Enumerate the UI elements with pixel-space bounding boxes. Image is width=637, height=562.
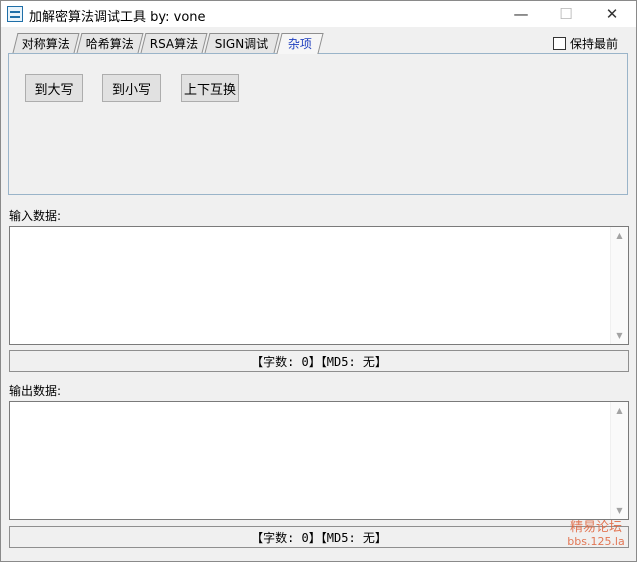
tab-sign[interactable]: SIGN调试 (204, 33, 280, 53)
title-bar[interactable]: 加解密算法调试工具 by: vone — ☐ ✕ (1, 1, 636, 27)
app-icon (7, 6, 23, 22)
tab-strip: 对称算法 哈希算法 RSA算法 SIGN调试 杂项 (9, 33, 329, 54)
input-label: 输入数据: (9, 209, 62, 223)
tab-misc[interactable]: 杂项 (276, 33, 324, 54)
scroll-up-icon[interactable]: ▲ (611, 402, 628, 419)
output-status: 【字数: 0】【MD5: 无】 (9, 526, 629, 548)
output-label: 输出数据: (9, 384, 62, 398)
scroll-down-icon[interactable]: ▼ (611, 502, 628, 519)
close-button[interactable]: ✕ (589, 1, 635, 27)
watermark-url: bbs.125.la (567, 535, 625, 548)
app-window: 加解密算法调试工具 by: vone — ☐ ✕ 对称算法 哈希算法 RSA算法… (0, 0, 637, 562)
swap-button[interactable]: 上下互换 (181, 74, 239, 102)
tab-symmetric[interactable]: 对称算法 (12, 33, 80, 53)
to-lowercase-button[interactable]: 到小写 (102, 74, 161, 102)
tab-hash[interactable]: 哈希算法 (76, 33, 144, 53)
tab-rsa[interactable]: RSA算法 (140, 33, 208, 53)
keep-on-top-label: 保持最前 (570, 36, 619, 51)
keep-on-top-checkbox[interactable]: 保持最前 (553, 35, 618, 51)
minimize-button[interactable]: — (498, 1, 544, 27)
input-textarea[interactable]: ▲ ▼ (9, 226, 629, 345)
output-scrollbar[interactable]: ▲ ▼ (610, 402, 628, 519)
to-uppercase-button[interactable]: 到大写 (25, 74, 83, 102)
scroll-down-icon[interactable]: ▼ (611, 327, 628, 344)
watermark-title: 精易论坛 (569, 520, 622, 535)
input-status: 【字数: 0】【MD5: 无】 (9, 350, 629, 372)
input-scrollbar[interactable]: ▲ ▼ (610, 227, 628, 344)
checkbox-box[interactable] (553, 36, 566, 50)
watermark: 精易论坛 bbs.125.la (557, 521, 635, 549)
window-title: 加解密算法调试工具 by: vone (29, 10, 206, 25)
output-textarea[interactable]: ▲ ▼ (9, 401, 629, 520)
scroll-up-icon[interactable]: ▲ (611, 227, 628, 244)
misc-panel: 到大写 到小写 上下互换 (8, 53, 628, 195)
maximize-button[interactable]: ☐ (543, 1, 589, 27)
